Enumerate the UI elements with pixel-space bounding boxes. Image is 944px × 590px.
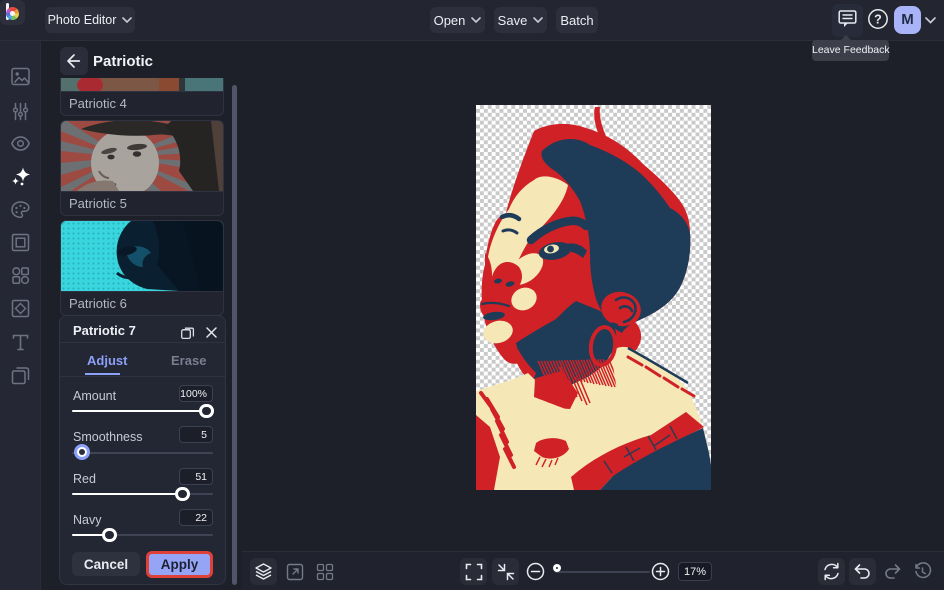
svg-text:?: ? bbox=[874, 13, 882, 27]
